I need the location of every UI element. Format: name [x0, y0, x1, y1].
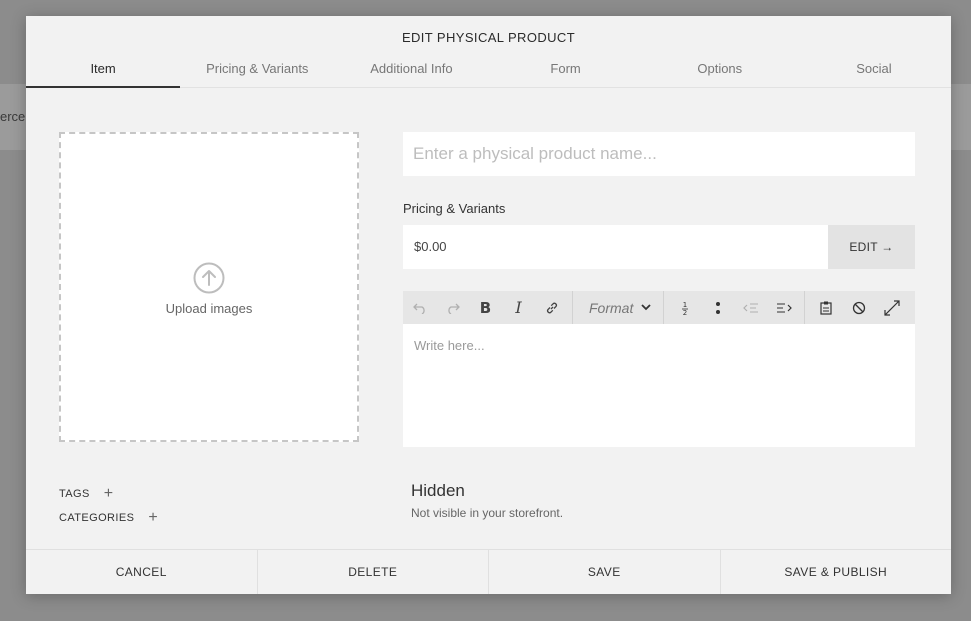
- add-tag-plus-icon[interactable]: +: [104, 485, 114, 503]
- edit-product-modal: EDIT PHYSICAL PRODUCT Item Pricing & Var…: [26, 16, 951, 594]
- fullscreen-icon[interactable]: [875, 291, 908, 324]
- modal-tabs: Item Pricing & Variants Additional Info …: [26, 54, 951, 88]
- format-dropdown-label: Format: [589, 299, 634, 316]
- description-editor: B I Format 12 Write here...: [403, 291, 915, 447]
- redo-icon[interactable]: [436, 291, 469, 324]
- categories-label: CATEGORIES: [59, 512, 135, 524]
- visibility-description: Not visible in your storefront.: [411, 506, 564, 520]
- unordered-list-icon[interactable]: [701, 291, 734, 324]
- edit-pricing-button[interactable]: EDIT →: [828, 225, 915, 269]
- toolbar-divider: [572, 291, 573, 324]
- format-dropdown[interactable]: Format: [577, 291, 659, 324]
- editor-toolbar: B I Format 12: [403, 291, 915, 324]
- description-textarea[interactable]: Write here...: [414, 338, 485, 353]
- undo-icon[interactable]: [403, 291, 436, 324]
- tab-social[interactable]: Social: [797, 54, 951, 87]
- background-partial-text: erce: [0, 109, 26, 124]
- italic-icon[interactable]: I: [502, 291, 535, 324]
- clear-format-icon[interactable]: [842, 291, 875, 324]
- tab-item[interactable]: Item: [26, 54, 181, 88]
- upload-images-dropzone[interactable]: Upload images: [59, 132, 359, 442]
- upload-arrow-circle-icon: [193, 262, 225, 294]
- modal-footer: CANCEL DELETE SAVE SAVE & PUBLISH: [26, 549, 951, 594]
- categories-row: CATEGORIES +: [59, 509, 158, 527]
- save-publish-button[interactable]: SAVE & PUBLISH: [721, 550, 952, 594]
- svg-text:2: 2: [683, 309, 687, 316]
- price-display: $0.00: [403, 225, 828, 269]
- outdent-icon[interactable]: [734, 291, 767, 324]
- tab-pricing-variants[interactable]: Pricing & Variants: [180, 54, 334, 87]
- indent-icon[interactable]: [767, 291, 800, 324]
- ordered-list-icon[interactable]: 12: [668, 291, 701, 324]
- paste-icon[interactable]: [809, 291, 842, 324]
- add-category-plus-icon[interactable]: +: [148, 509, 158, 527]
- delete-button[interactable]: DELETE: [258, 550, 489, 594]
- tags-row: TAGS +: [59, 485, 113, 503]
- save-button[interactable]: SAVE: [489, 550, 721, 594]
- pricing-variants-label: Pricing & Variants: [403, 201, 506, 216]
- bold-icon[interactable]: B: [469, 291, 502, 324]
- tags-label: TAGS: [59, 488, 90, 500]
- link-icon[interactable]: [535, 291, 568, 324]
- modal-title: EDIT PHYSICAL PRODUCT: [401, 30, 576, 45]
- visibility-status[interactable]: Hidden: [411, 481, 465, 501]
- cancel-button[interactable]: CANCEL: [26, 550, 258, 594]
- toolbar-divider: [804, 291, 806, 324]
- chevron-down-icon: [641, 304, 651, 311]
- upload-images-label: Upload images: [165, 301, 253, 316]
- tab-options[interactable]: Options: [643, 54, 797, 87]
- tab-form[interactable]: Form: [489, 54, 643, 87]
- toolbar-divider: [663, 291, 665, 324]
- svg-text:1: 1: [683, 301, 687, 309]
- tab-additional-info[interactable]: Additional Info: [334, 54, 488, 87]
- product-name-input[interactable]: [403, 132, 915, 176]
